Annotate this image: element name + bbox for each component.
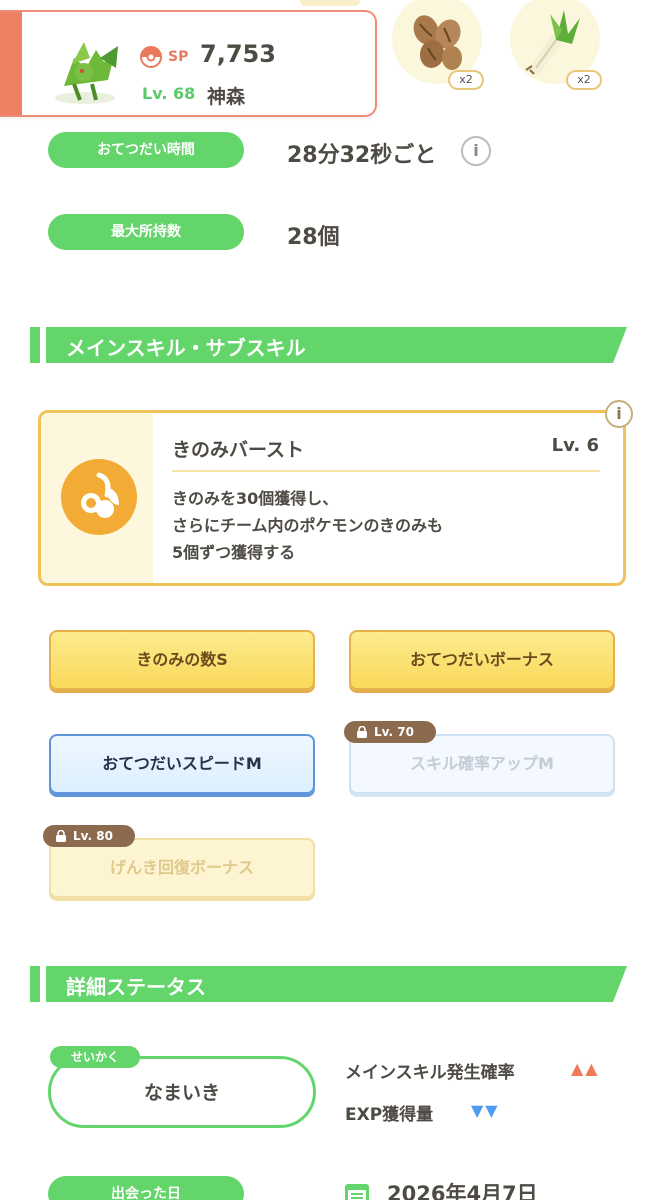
sp-value: 7,753 — [200, 40, 276, 68]
pokemon-summary-card[interactable]: SP 7,753 Lv. 68 神森 — [0, 10, 377, 117]
nature-down-effect: EXP獲得量 — [345, 1105, 434, 1125]
down-arrows-icon: ▼▼ — [471, 1101, 500, 1120]
help-time-label: おてつだい時間 — [48, 132, 244, 168]
sp-ball-icon — [140, 46, 162, 68]
pokemon-name: 神森 — [207, 86, 246, 108]
section-title: 詳細ステータス — [66, 975, 206, 999]
card-accent — [0, 12, 22, 115]
met-date-value: 2026年4月7日 — [387, 1182, 538, 1200]
met-date-label: 出会った日 — [48, 1176, 244, 1200]
ingredient-slot-1[interactable]: x2 — [392, 0, 492, 94]
berry-burst-icon — [61, 459, 137, 535]
help-time-value: 28分32秒ごと — [287, 143, 437, 168]
subskill-button-4-locked[interactable]: スキル確率アップM — [349, 734, 615, 794]
section-header-skills: メインスキル・サブスキル — [30, 327, 627, 363]
coffee-beans-icon — [413, 15, 462, 70]
calendar-icon — [345, 1184, 369, 1200]
main-skill-level: Lv. 6 — [551, 435, 599, 456]
sp-label: SP — [168, 49, 189, 65]
nature-tag: せいかく — [50, 1046, 140, 1068]
subskill-button-1[interactable]: きのみの数S — [49, 630, 315, 690]
lock-icon — [56, 830, 66, 842]
nature-value: なまいき — [143, 1082, 220, 1104]
ingredient-slot-2[interactable]: x2 — [510, 0, 610, 94]
leek-icon — [525, 10, 580, 75]
lock-badge-lv80: Lv. 80 — [43, 825, 135, 847]
max-carry-value: 28個 — [287, 225, 340, 250]
divider — [172, 470, 600, 472]
lock-icon — [357, 726, 367, 738]
section-header-details: 詳細ステータス — [30, 966, 627, 1002]
ingredient-count: x2 — [448, 70, 484, 90]
main-skill-name: きのみバースト — [172, 439, 305, 461]
subskill-button-3[interactable]: おてつだいスピードM — [49, 734, 315, 794]
main-skill-card[interactable]: きのみバースト Lv. 6 きのみを30個獲得し、 さらにチーム内のポケモンのき… — [38, 410, 626, 586]
pokemon-level: Lv. 68 — [142, 84, 196, 103]
skill-info-icon[interactable]: i — [605, 400, 633, 428]
main-skill-description: きのみを30個獲得し、 さらにチーム内のポケモンのきのみも 5個ずつ獲得する — [172, 489, 444, 562]
info-icon[interactable]: i — [461, 136, 491, 166]
partial-pill — [300, 0, 360, 6]
subskill-button-5-locked[interactable]: げんき回復ボーナス — [49, 838, 315, 898]
pokemon-sprite — [55, 42, 118, 104]
up-arrows-icon: ▲▲ — [571, 1059, 600, 1078]
ingredient-count: x2 — [566, 70, 602, 90]
section-title: メインスキル・サブスキル — [66, 336, 306, 360]
header-area: SP 7,753 Lv. 68 神森 x2 x2 — [0, 0, 663, 120]
max-carry-label: 最大所持数 — [48, 214, 244, 250]
subskill-button-2[interactable]: おてつだいボーナス — [349, 630, 615, 690]
lock-badge-lv70: Lv. 70 — [344, 721, 436, 743]
nature-up-effect: メインスキル発生確率 — [345, 1063, 515, 1083]
